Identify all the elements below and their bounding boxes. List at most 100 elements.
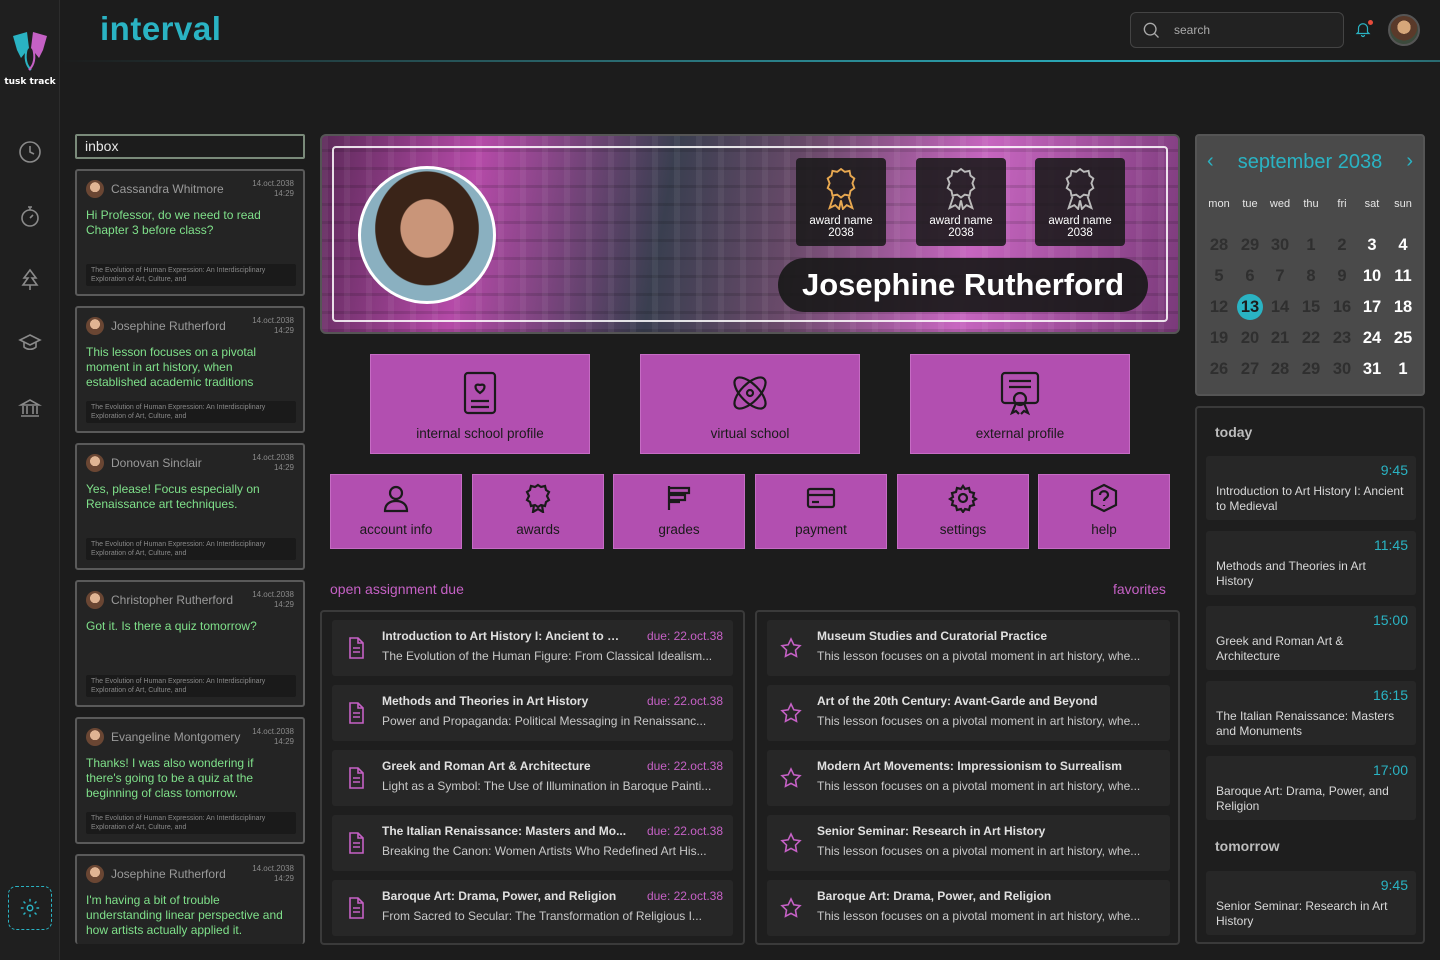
schedule-item[interactable]: 17:00 Baroque Art: Drama, Power, and Reli… bbox=[1206, 756, 1416, 820]
calendar-day[interactable]: 8 bbox=[1296, 263, 1326, 289]
star-icon[interactable] bbox=[779, 701, 803, 725]
tile-internal-school-profile[interactable]: internal school profile bbox=[370, 354, 590, 454]
inbox-message[interactable]: Josephine Rutherford 14.oct.2038 14:29 This… bbox=[75, 306, 305, 433]
star-icon[interactable] bbox=[779, 636, 803, 660]
schedule-item[interactable]: 16:15 The Italian Renaissance: Masters an… bbox=[1206, 681, 1416, 745]
schedule-title: Baroque Art: Drama, Power, and Religion bbox=[1216, 784, 1389, 813]
institution-icon[interactable] bbox=[17, 395, 43, 421]
calendar-day[interactable]: 26 bbox=[1204, 356, 1234, 382]
chevron-right-icon[interactable]: › bbox=[1406, 150, 1413, 173]
tile-settings[interactable]: settings bbox=[897, 474, 1029, 549]
calendar-day-number: 1 bbox=[1306, 236, 1316, 254]
tree-icon[interactable] bbox=[17, 267, 43, 293]
calendar-day[interactable]: 15 bbox=[1296, 294, 1326, 320]
calendar-weekday: sat bbox=[1364, 198, 1380, 210]
calendar-day[interactable]: 5 bbox=[1204, 263, 1234, 289]
inbox-message[interactable]: Christopher Rutherford 14.oct.2038 14:29 Go… bbox=[75, 580, 305, 707]
calendar-day[interactable]: 25 bbox=[1388, 325, 1418, 351]
tile-virtual-school[interactable]: virtual school bbox=[640, 354, 860, 454]
favorite-row[interactable]: Modern Art Movements: Impressionism to S… bbox=[767, 750, 1170, 806]
schedule-item[interactable]: 9:45 Senior Seminar: Research in Art Hist… bbox=[1206, 871, 1416, 935]
favorite-row[interactable]: Museum Studies and Curatorial Practice Th… bbox=[767, 620, 1170, 676]
calendar-day[interactable]: 30 bbox=[1327, 356, 1357, 382]
assignment-row[interactable]: Introduction to Art History I: Ancient t… bbox=[332, 620, 733, 676]
schedule-item[interactable]: 15:00 Greek and Roman Art & Architecture bbox=[1206, 606, 1416, 670]
award-badge[interactable]: award name 2038 bbox=[796, 158, 886, 246]
user-avatar[interactable] bbox=[1388, 14, 1420, 46]
search-input[interactable]: search bbox=[1130, 12, 1344, 48]
calendar-day-number: 3 bbox=[1367, 236, 1377, 254]
tile-help[interactable]: help bbox=[1038, 474, 1170, 549]
calendar-day-number: 5 bbox=[1214, 267, 1224, 285]
calendar-day[interactable]: 19 bbox=[1204, 325, 1234, 351]
calendar-day[interactable]: 12 bbox=[1204, 294, 1234, 320]
calendar-day[interactable]: 28 bbox=[1265, 356, 1295, 382]
favorite-row[interactable]: Art of the 20th Century: Avant-Garde and… bbox=[767, 685, 1170, 741]
calendar-day-number: 15 bbox=[1301, 298, 1321, 316]
calendar-day[interactable]: 31 bbox=[1357, 356, 1387, 382]
calendar-day[interactable]: 14 bbox=[1265, 294, 1295, 320]
inbox-message[interactable]: Josephine Rutherford 14.oct.2038 14:29 I'm … bbox=[75, 854, 305, 944]
assignment-row[interactable]: The Italian Renaissance: Masters and Mo.… bbox=[332, 815, 733, 871]
favorite-row[interactable]: Baroque Art: Drama, Power, and Religion T… bbox=[767, 880, 1170, 936]
calendar-day-number: 29 bbox=[1240, 236, 1260, 254]
calendar-day[interactable]: 24 bbox=[1357, 325, 1387, 351]
tile-grades[interactable]: grades bbox=[613, 474, 745, 549]
assignment-row[interactable]: Greek and Roman Art & Architecture due: 2… bbox=[332, 750, 733, 806]
calendar-day[interactable]: 16 bbox=[1327, 294, 1357, 320]
sender-name: Josephine Rutherford bbox=[111, 867, 226, 881]
award-badge[interactable]: award name 2038 bbox=[1035, 158, 1125, 246]
calendar-day-today[interactable]: 13 bbox=[1235, 294, 1265, 320]
star-icon[interactable] bbox=[779, 766, 803, 790]
profile-photo[interactable] bbox=[358, 166, 496, 304]
tile-account-info[interactable]: account info bbox=[330, 474, 462, 549]
calendar-day[interactable]: 9 bbox=[1327, 263, 1357, 289]
sidebar-settings-button[interactable] bbox=[8, 886, 52, 930]
calendar-day[interactable]: 1 bbox=[1388, 356, 1418, 382]
calendar-day[interactable]: 20 bbox=[1235, 325, 1265, 351]
message-subject: The Evolution of Human Expression: An In… bbox=[86, 675, 296, 697]
tile-payment[interactable]: payment bbox=[755, 474, 887, 549]
calendar-day[interactable]: 4 bbox=[1388, 232, 1418, 258]
assignment-due: due: 22.oct.38 bbox=[646, 694, 723, 708]
favorite-row[interactable]: Senior Seminar: Research in Art History T… bbox=[767, 815, 1170, 871]
tile-awards[interactable]: awards bbox=[472, 474, 604, 549]
calendar-day[interactable]: 3 bbox=[1357, 232, 1387, 258]
calendar-day[interactable]: 29 bbox=[1296, 356, 1326, 382]
calendar-day[interactable]: 21 bbox=[1265, 325, 1295, 351]
clock-icon[interactable] bbox=[17, 139, 43, 165]
calendar-day[interactable]: 17 bbox=[1357, 294, 1387, 320]
calendar-day[interactable]: 23 bbox=[1327, 325, 1357, 351]
calendar-day[interactable]: 7 bbox=[1265, 263, 1295, 289]
calendar-day-number: 10 bbox=[1362, 267, 1382, 285]
schedule-item[interactable]: 11:45 Methods and Theories in Art History bbox=[1206, 531, 1416, 595]
schedule-time: 11:45 bbox=[1374, 537, 1408, 553]
inbox-message[interactable]: Cassandra Whitmore 14.oct.2038 14:29 Hi Pro… bbox=[75, 169, 305, 296]
star-icon[interactable] bbox=[779, 896, 803, 920]
calendar-day[interactable]: 1 bbox=[1296, 232, 1326, 258]
inbox-message[interactable]: Donovan Sinclair 14.oct.2038 14:29 Yes, ple… bbox=[75, 443, 305, 570]
award-icon bbox=[523, 483, 553, 522]
calendar-day[interactable]: 28 bbox=[1204, 232, 1234, 258]
calendar-day[interactable]: 27 bbox=[1235, 356, 1265, 382]
message-text: Hi Professor, do we need to read Chapter… bbox=[86, 208, 261, 237]
inbox-message[interactable]: Evangeline Montgomery 14.oct.2038 14:29 Tha… bbox=[75, 717, 305, 844]
calendar-day[interactable]: 30 bbox=[1265, 232, 1295, 258]
award-badge[interactable]: award name 2038 bbox=[916, 158, 1006, 246]
calendar-day[interactable]: 22 bbox=[1296, 325, 1326, 351]
assignment-title: Introduction to Art History I: Ancient t… bbox=[382, 629, 627, 643]
calendar-day[interactable]: 2 bbox=[1327, 232, 1357, 258]
calendar-day[interactable]: 6 bbox=[1235, 263, 1265, 289]
schedule-item[interactable]: 9:45 Introduction to Art History I: Ancie… bbox=[1206, 456, 1416, 520]
timer-icon[interactable] bbox=[17, 203, 43, 229]
notification-bell-icon[interactable] bbox=[1354, 20, 1374, 40]
calendar-day[interactable]: 18 bbox=[1388, 294, 1418, 320]
graduation-cap-icon[interactable] bbox=[17, 330, 43, 356]
star-icon[interactable] bbox=[779, 831, 803, 855]
assignment-row[interactable]: Methods and Theories in Art History due: … bbox=[332, 685, 733, 741]
calendar-day[interactable]: 10 bbox=[1357, 263, 1387, 289]
tile-external-profile[interactable]: external profile bbox=[910, 354, 1130, 454]
calendar-day[interactable]: 11 bbox=[1388, 263, 1418, 289]
assignment-row[interactable]: Baroque Art: Drama, Power, and Religion d… bbox=[332, 880, 733, 936]
calendar-day[interactable]: 29 bbox=[1235, 232, 1265, 258]
